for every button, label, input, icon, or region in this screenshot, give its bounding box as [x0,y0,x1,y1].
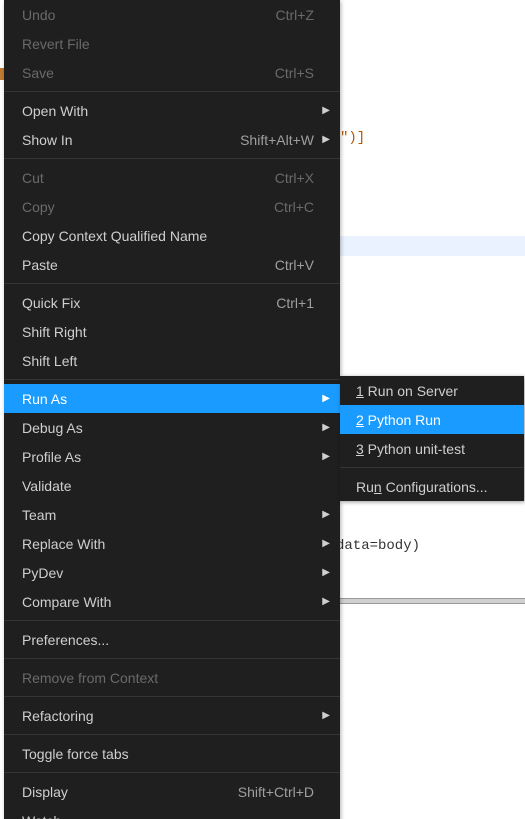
menu-separator [4,658,340,659]
menu-separator [4,379,340,380]
menu-open-with-label: Open With [22,103,320,119]
menu-undo-shortcut: Ctrl+Z [276,7,321,23]
menu-debug-as[interactable]: Debug As ▶ [4,413,340,442]
menu-save-shortcut: Ctrl+S [275,65,320,81]
menu-cut-label: Cut [22,170,275,186]
menu-show-in-label: Show In [22,132,240,148]
menu-shiftright-label: Shift Right [22,324,320,340]
menu-cut[interactable]: Cut Ctrl+X [4,163,340,192]
menu-paste[interactable]: Paste Ctrl+V [4,250,340,279]
menu-pydev-label: PyDev [22,565,320,581]
menu-quick-fix[interactable]: Quick Fix Ctrl+1 [4,288,340,317]
menu-separator [4,620,340,621]
menu-team-label: Team [22,507,320,523]
menu-quickfix-shortcut: Ctrl+1 [276,295,320,311]
menu-revert-file[interactable]: Revert File [4,29,340,58]
menu-watch-label: Watch [22,813,320,819]
menu-copy-qualified-name[interactable]: Copy Context Qualified Name [4,221,340,250]
menu-watch[interactable]: Watch [4,806,340,819]
menu-separator [4,158,340,159]
menu-save-label: Save [22,65,275,81]
menu-toggleforce-label: Toggle force tabs [22,746,320,762]
submenu-arrow-icon: ▶ [320,539,330,549]
menu-debugas-label: Debug As [22,420,320,436]
menu-validate[interactable]: Validate [4,471,340,500]
menu-cut-shortcut: Ctrl+X [275,170,320,186]
submenu-arrow-icon: ▶ [320,394,330,404]
menu-display-label: Display [22,784,238,800]
menu-undo-label: Undo [22,7,276,23]
submenu-arrow-icon: ▶ [320,597,330,607]
menu-save[interactable]: Save Ctrl+S [4,58,340,87]
submenu-arrow-icon: ▶ [320,423,330,433]
submenu-arrow-icon: ▶ [320,510,330,520]
submenu-run-configurations-label: Run Configurations... [356,479,514,495]
menu-runas-label: Run As [22,391,320,407]
menu-run-as[interactable]: Run As ▶ [4,384,340,413]
submenu-separator [340,467,524,468]
menu-profile-as[interactable]: Profile As ▶ [4,442,340,471]
submenu-arrow-icon: ▶ [320,452,330,462]
context-menu: Undo Ctrl+Z Revert File Save Ctrl+S Open… [4,0,340,819]
editor-highlight-line [340,236,525,256]
submenu-run-on-server[interactable]: 1 Run on Server [340,376,524,405]
submenu-run-on-server-label: 1 Run on Server [356,383,514,399]
menu-refactoring[interactable]: Refactoring ▶ [4,701,340,730]
menu-copyctx-label: Copy Context Qualified Name [22,228,320,244]
menu-comparewith-label: Compare With [22,594,320,610]
run-as-submenu: 1 Run on Server 2 Python Run 3 Python un… [340,376,524,501]
submenu-run-configurations[interactable]: Run Configurations... [340,472,524,501]
submenu-python-unit-test[interactable]: 3 Python unit-test [340,434,524,463]
menu-shiftleft-label: Shift Left [22,353,320,369]
menu-paste-label: Paste [22,257,275,273]
code-fragment-1: ")] [340,130,365,146]
submenu-arrow-icon: ▶ [320,711,330,721]
menu-paste-shortcut: Ctrl+V [275,257,320,273]
menu-refactoring-label: Refactoring [22,708,320,724]
menu-profileas-label: Profile As [22,449,320,465]
menu-display-shortcut: Shift+Ctrl+D [238,784,320,800]
menu-separator [4,91,340,92]
menu-quickfix-label: Quick Fix [22,295,276,311]
menu-open-with[interactable]: Open With ▶ [4,96,340,125]
submenu-python-run[interactable]: 2 Python Run [340,405,524,434]
editor-divider [340,598,525,604]
menu-display[interactable]: Display Shift+Ctrl+D [4,777,340,806]
submenu-arrow-icon: ▶ [320,568,330,578]
menu-shift-left[interactable]: Shift Left [4,346,340,375]
menu-replacewith-label: Replace With [22,536,320,552]
code-fragment-2: data=body) [336,538,420,554]
submenu-python-unit-test-label: 3 Python unit-test [356,441,514,457]
menu-separator [4,696,340,697]
menu-separator [4,734,340,735]
menu-toggle-force-tabs[interactable]: Toggle force tabs [4,739,340,768]
menu-remove-from-context[interactable]: Remove from Context [4,663,340,692]
submenu-python-run-label: 2 Python Run [356,412,514,428]
menu-undo[interactable]: Undo Ctrl+Z [4,0,340,29]
menu-preferences[interactable]: Preferences... [4,625,340,654]
submenu-arrow-icon: ▶ [320,106,330,116]
menu-show-in[interactable]: Show In Shift+Alt+W ▶ [4,125,340,154]
menu-copy-label: Copy [22,199,274,215]
menu-removectx-label: Remove from Context [22,670,320,686]
menu-shift-right[interactable]: Shift Right [4,317,340,346]
menu-team[interactable]: Team ▶ [4,500,340,529]
menu-separator [4,772,340,773]
menu-compare-with[interactable]: Compare With ▶ [4,587,340,616]
menu-copy-shortcut: Ctrl+C [274,199,320,215]
menu-pydev[interactable]: PyDev ▶ [4,558,340,587]
menu-revert-label: Revert File [22,36,320,52]
menu-separator [4,283,340,284]
menu-preferences-label: Preferences... [22,632,320,648]
menu-copy[interactable]: Copy Ctrl+C [4,192,340,221]
menu-show-in-shortcut: Shift+Alt+W [240,132,320,148]
menu-replace-with[interactable]: Replace With ▶ [4,529,340,558]
menu-validate-label: Validate [22,478,320,494]
submenu-arrow-icon: ▶ [320,135,330,145]
